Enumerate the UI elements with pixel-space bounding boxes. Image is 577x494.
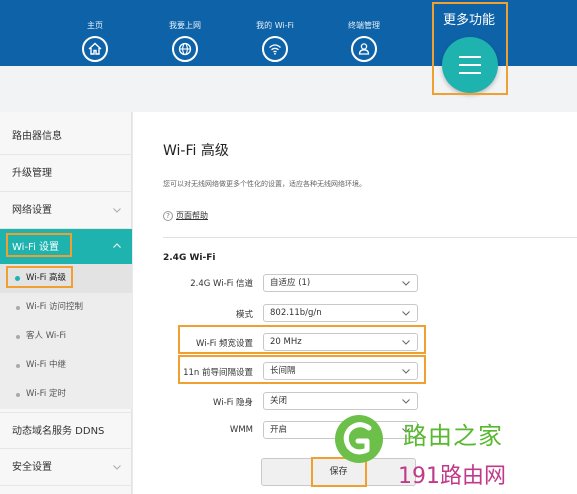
sidebar-item-label: 网络设置 bbox=[12, 205, 52, 216]
label-mode: 模式 bbox=[235, 310, 253, 320]
nav-item-home[interactable]: 主页 bbox=[60, 0, 130, 62]
label-wmm: WMM bbox=[229, 425, 253, 435]
nav-item-my-wifi[interactable]: 我的 Wi-Fi bbox=[240, 0, 310, 62]
sidebar-item-ddns[interactable]: 动态域名服务 DDNS bbox=[0, 412, 132, 449]
watermark-logo-icon bbox=[335, 415, 383, 463]
chevron-down-icon bbox=[402, 311, 410, 316]
sidebar-subitem-wifi-timer[interactable]: Wi-Fi 定时 bbox=[0, 380, 132, 409]
help-link-label: 页面帮助 bbox=[176, 211, 208, 220]
page-help-link[interactable]: ? 页面帮助 bbox=[163, 210, 208, 221]
highlight-more-functions bbox=[432, 2, 508, 95]
sidebar-subitem-label: 客人 Wi-Fi bbox=[26, 331, 66, 341]
nav-item-devices[interactable]: 终端管理 bbox=[329, 0, 399, 62]
highlight-guard-interval-row bbox=[178, 355, 426, 384]
user-icon bbox=[351, 36, 377, 62]
mode-select[interactable]: 802.11b/g/n bbox=[263, 304, 418, 322]
bullet-dot-icon bbox=[16, 393, 20, 397]
sidebar-item-router-info[interactable]: 路由器信息 bbox=[0, 118, 132, 155]
highlight-wifi-advanced bbox=[6, 266, 73, 288]
sidebar-subitem-label: Wi-Fi 中继 bbox=[26, 360, 66, 370]
wifi-icon bbox=[262, 36, 288, 62]
home-icon bbox=[82, 36, 108, 62]
label-hidden: Wi-Fi 隐身 bbox=[213, 398, 253, 408]
sidebar-item-label: 升级管理 bbox=[12, 168, 52, 179]
sidebar-subitem-wifi-relay[interactable]: Wi-Fi 中继 bbox=[0, 351, 132, 380]
page-description: 您可以对无线网络做更多个性化的设置，适应各种无线网络环境。 bbox=[163, 180, 366, 188]
nav-label-home: 主页 bbox=[87, 21, 103, 30]
nav-label-internet: 我要上网 bbox=[169, 21, 201, 30]
highlight-wifi-settings bbox=[6, 233, 72, 257]
sidebar-item-network-settings[interactable]: 网络设置 bbox=[0, 192, 132, 229]
channel-select[interactable]: 自适应 (1) bbox=[263, 274, 418, 292]
sidebar-item-label: 安全设置 bbox=[12, 462, 52, 473]
chevron-down-icon bbox=[113, 208, 121, 213]
sidebar-item-security[interactable]: 安全设置 bbox=[0, 449, 132, 486]
page-title: Wi-Fi 高级 bbox=[163, 143, 229, 159]
label-channel: 2.4G Wi-Fi 信道 bbox=[190, 279, 253, 289]
hidden-select[interactable]: 关闭 bbox=[263, 392, 418, 410]
watermark-text-primary: 路由之家 bbox=[403, 422, 503, 450]
sidebar: 路由器信息 升级管理 网络设置 Wi-Fi 设置 Wi-Fi 高级 Wi-Fi … bbox=[0, 112, 132, 494]
hidden-value: 关闭 bbox=[270, 396, 288, 406]
bullet-dot-icon bbox=[16, 364, 20, 368]
sidebar-subitem-wifi-access-control[interactable]: Wi-Fi 访问控制 bbox=[0, 293, 132, 322]
highlight-bandwidth-row bbox=[178, 325, 426, 354]
sidebar-subitem-guest-wifi[interactable]: 客人 Wi-Fi bbox=[0, 322, 132, 351]
sidebar-subitem-label: Wi-Fi 访问控制 bbox=[26, 302, 83, 312]
bullet-dot-icon bbox=[16, 306, 20, 310]
chevron-down-icon bbox=[402, 281, 410, 286]
chevron-down-icon bbox=[402, 399, 410, 404]
nav-label-devices: 终端管理 bbox=[348, 21, 380, 30]
sidebar-item-upgrade[interactable]: 升级管理 bbox=[0, 155, 132, 192]
sidebar-item-label: 动态域名服务 DDNS bbox=[12, 426, 105, 437]
nav-item-internet[interactable]: 我要上网 bbox=[150, 0, 220, 62]
nav-label-my-wifi: 我的 Wi-Fi bbox=[256, 21, 294, 30]
mode-value: 802.11b/g/n bbox=[270, 308, 322, 318]
watermark-text-secondary: 191路由网 bbox=[398, 464, 506, 489]
chevron-down-icon bbox=[113, 465, 121, 470]
channel-value: 自适应 (1) bbox=[270, 278, 311, 288]
help-icon: ? bbox=[163, 210, 173, 221]
section-title-24g: 2.4G Wi-Fi bbox=[163, 253, 216, 263]
wmm-value: 开启 bbox=[270, 425, 288, 435]
chevron-up-icon bbox=[113, 243, 121, 248]
bullet-dot-icon bbox=[16, 335, 20, 339]
sidebar-subitem-label: Wi-Fi 定时 bbox=[26, 389, 66, 399]
section-divider bbox=[163, 237, 577, 238]
globe-icon bbox=[172, 36, 198, 62]
sidebar-item-label: 路由器信息 bbox=[12, 131, 62, 142]
